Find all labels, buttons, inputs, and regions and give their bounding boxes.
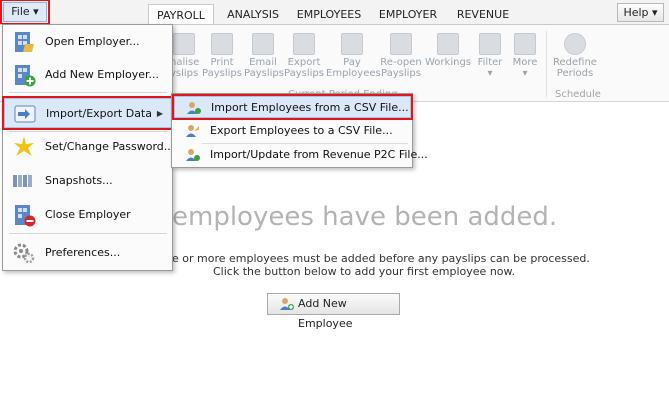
workings-icon (437, 33, 459, 55)
menu-item-label: Import/Export Data (46, 107, 152, 120)
ribbon-separator (546, 31, 547, 97)
ribbon-label: ▾ (487, 68, 493, 79)
password-icon (14, 136, 34, 156)
menu-item-import-export-data[interactable]: Import/Export Data ▶ (2, 96, 174, 130)
add-new-employee-button[interactable]: Add New Employee (267, 293, 400, 330)
file-menu: Open Employer... Add New Employer... Imp… (2, 24, 175, 271)
ribbon-label: nalise (170, 57, 200, 68)
menu-item-add-new-employer[interactable]: Add New Employer... (4, 60, 172, 90)
ribbon-label: Payslips (284, 68, 324, 79)
add-person-icon (280, 298, 294, 310)
filter-button[interactable]: Filter ▾ (474, 33, 506, 79)
close-employer-icon (15, 205, 36, 227)
submenu-item-import-employees-csv[interactable]: Import Employees from a CSV File... (172, 94, 413, 120)
menu-item-label: Open Employer... (45, 35, 140, 48)
top-bar: File ▾ PAYROLL ANALYSIS EMPLOYEES EMPLOY… (0, 0, 669, 26)
ribbon-label: Employees (326, 68, 381, 79)
import-csv-icon (187, 102, 201, 114)
tab-revenue[interactable]: REVENUE (452, 4, 514, 25)
email-payslips-button[interactable]: Email Payslips (244, 33, 284, 79)
add-employer-icon (15, 65, 36, 87)
menu-separator (9, 233, 167, 234)
ribbon-label: Export (287, 57, 321, 68)
submenu-item-label: Import/Update from Revenue P2C File... (210, 148, 428, 161)
menu-item-label: Add New Employer... (45, 68, 159, 81)
email-icon (252, 33, 274, 55)
menu-item-label: Preferences... (45, 246, 121, 259)
ribbon-label: Payslips (202, 68, 242, 79)
export-payslips-button[interactable]: Export Payslips (284, 33, 324, 79)
submenu-item-label: Export Employees to a CSV File... (210, 124, 393, 137)
tab-employer[interactable]: EMPLOYER (372, 4, 444, 25)
open-employer-icon (15, 32, 34, 52)
more-button[interactable]: More ▾ (508, 33, 542, 79)
redefine-periods-button[interactable]: Redefine Periods (552, 33, 598, 79)
ribbon-label: Workings (425, 57, 471, 68)
filter-icon (479, 33, 501, 55)
finalise-payslips-button[interactable]: nalise yslips (170, 33, 200, 79)
pay-employees-button[interactable]: Pay Employees (326, 33, 381, 79)
ribbon-label: Re-open (380, 57, 422, 68)
print-payslips-button[interactable]: Print Payslips (202, 33, 242, 79)
submenu-item-import-update-p2c[interactable]: Import/Update from Revenue P2C File... (174, 144, 428, 166)
print-icon (211, 33, 233, 55)
menu-item-preferences[interactable]: Preferences... (4, 238, 172, 268)
finalise-icon (173, 33, 195, 55)
export-csv-icon (186, 125, 199, 137)
menu-item-set-change-password[interactable]: Set/Change Password... (4, 132, 175, 162)
menu-separator (9, 92, 167, 93)
preferences-icon (13, 243, 35, 264)
ribbon-label: Periods (556, 68, 594, 79)
more-icon (514, 33, 536, 55)
submenu-item-export-employees-csv[interactable]: Export Employees to a CSV File... (174, 120, 411, 142)
ribbon-label: Print (210, 57, 234, 68)
ribbon-label: Email (249, 57, 277, 68)
ribbon-label: ▾ (522, 68, 528, 79)
menu-item-open-employer[interactable]: Open Employer... (4, 27, 172, 57)
pay-icon (341, 33, 363, 55)
ribbon-label: Filter (477, 57, 503, 68)
snapshots-icon (13, 175, 32, 187)
file-menu-button[interactable]: File ▾ (0, 0, 50, 25)
ribbon-label: Payslips (381, 68, 421, 79)
group-label-schedule: Schedule (555, 89, 601, 100)
submenu-arrow-icon: ▶ (156, 109, 163, 118)
empty-state-line-2: Click the button below to add your first… (213, 265, 516, 278)
tab-analysis[interactable]: ANALYSIS (222, 4, 284, 25)
import-p2c-icon (186, 149, 200, 161)
menu-item-close-employer[interactable]: Close Employer (4, 200, 172, 230)
ribbon-label: Pay (343, 57, 361, 68)
redefine-icon (564, 33, 586, 55)
tab-employees[interactable]: EMPLOYEES (294, 4, 364, 25)
import-export-icon (14, 105, 36, 123)
menu-item-label: Set/Change Password... (45, 140, 175, 153)
submenu-item-label: Import Employees from a CSV File... (211, 101, 409, 114)
menu-item-label: Snapshots... (45, 174, 113, 187)
workings-button[interactable]: Workings (424, 33, 472, 68)
ribbon-label: Redefine (553, 57, 597, 68)
reopen-icon (390, 33, 412, 55)
ribbon-label: Payslips (244, 68, 284, 79)
menu-item-label: Close Employer (45, 208, 131, 221)
import-export-submenu: Import Employees from a CSV File... Expo… (171, 93, 428, 168)
empty-state-headline: employees have been added. (172, 202, 558, 232)
tab-payroll[interactable]: PAYROLL (148, 4, 214, 26)
empty-state-line-1: e or more employees must be added before… (172, 252, 590, 265)
ribbon-label: More (512, 57, 538, 68)
reopen-payslips-button[interactable]: Re-open Payslips (380, 33, 422, 79)
add-new-employee-label: Add New Employee (298, 297, 353, 330)
menu-item-snapshots[interactable]: Snapshots... (4, 166, 172, 196)
export-icon (293, 33, 315, 55)
ribbon-label: yslips (170, 68, 199, 79)
help-button[interactable]: Help ▾ (617, 3, 664, 22)
